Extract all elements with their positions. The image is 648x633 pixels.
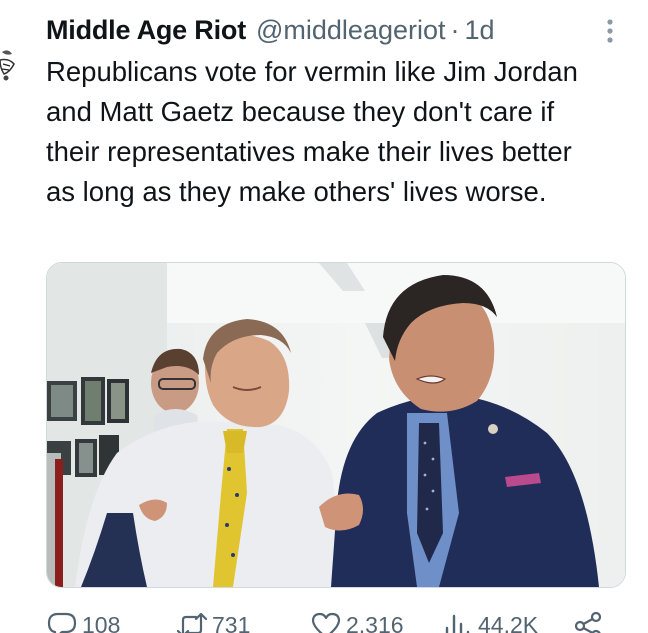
- repost-icon: [176, 612, 208, 633]
- reply-button[interactable]: 108: [46, 610, 120, 633]
- author-name[interactable]: Middle Age Riot: [46, 15, 246, 46]
- tweet-text: Republicans vote for vermin like Jim Jor…: [46, 56, 578, 207]
- more-vertical-icon: [607, 19, 613, 43]
- tweet-actions: 108 731 2,316 44.2K: [46, 606, 626, 633]
- author-handle[interactable]: @middleageriot: [256, 15, 446, 46]
- views-icon: [445, 614, 470, 633]
- views-button[interactable]: 44.2K: [442, 610, 538, 633]
- like-icon: [311, 612, 341, 633]
- share-button[interactable]: [572, 610, 608, 633]
- repost-count: 731: [212, 611, 251, 633]
- separator-dot: ·: [450, 14, 460, 45]
- like-count: 2,316: [346, 611, 404, 633]
- reply-count: 108: [82, 611, 121, 633]
- more-options-button[interactable]: [600, 16, 620, 46]
- views-count: 44.2K: [478, 611, 539, 633]
- reply-icon: [47, 612, 77, 633]
- share-icon: [574, 611, 602, 633]
- repost-button[interactable]: 731: [176, 610, 250, 633]
- photo-image: [47, 263, 625, 587]
- tweet-timestamp[interactable]: 1d: [465, 15, 495, 46]
- like-button[interactable]: 2,316: [310, 610, 404, 633]
- author-avatar[interactable]: [0, 46, 18, 86]
- tweet-photo[interactable]: [46, 262, 626, 588]
- tweet-header: Middle Age Riot @middleageriot · 1d: [46, 12, 495, 48]
